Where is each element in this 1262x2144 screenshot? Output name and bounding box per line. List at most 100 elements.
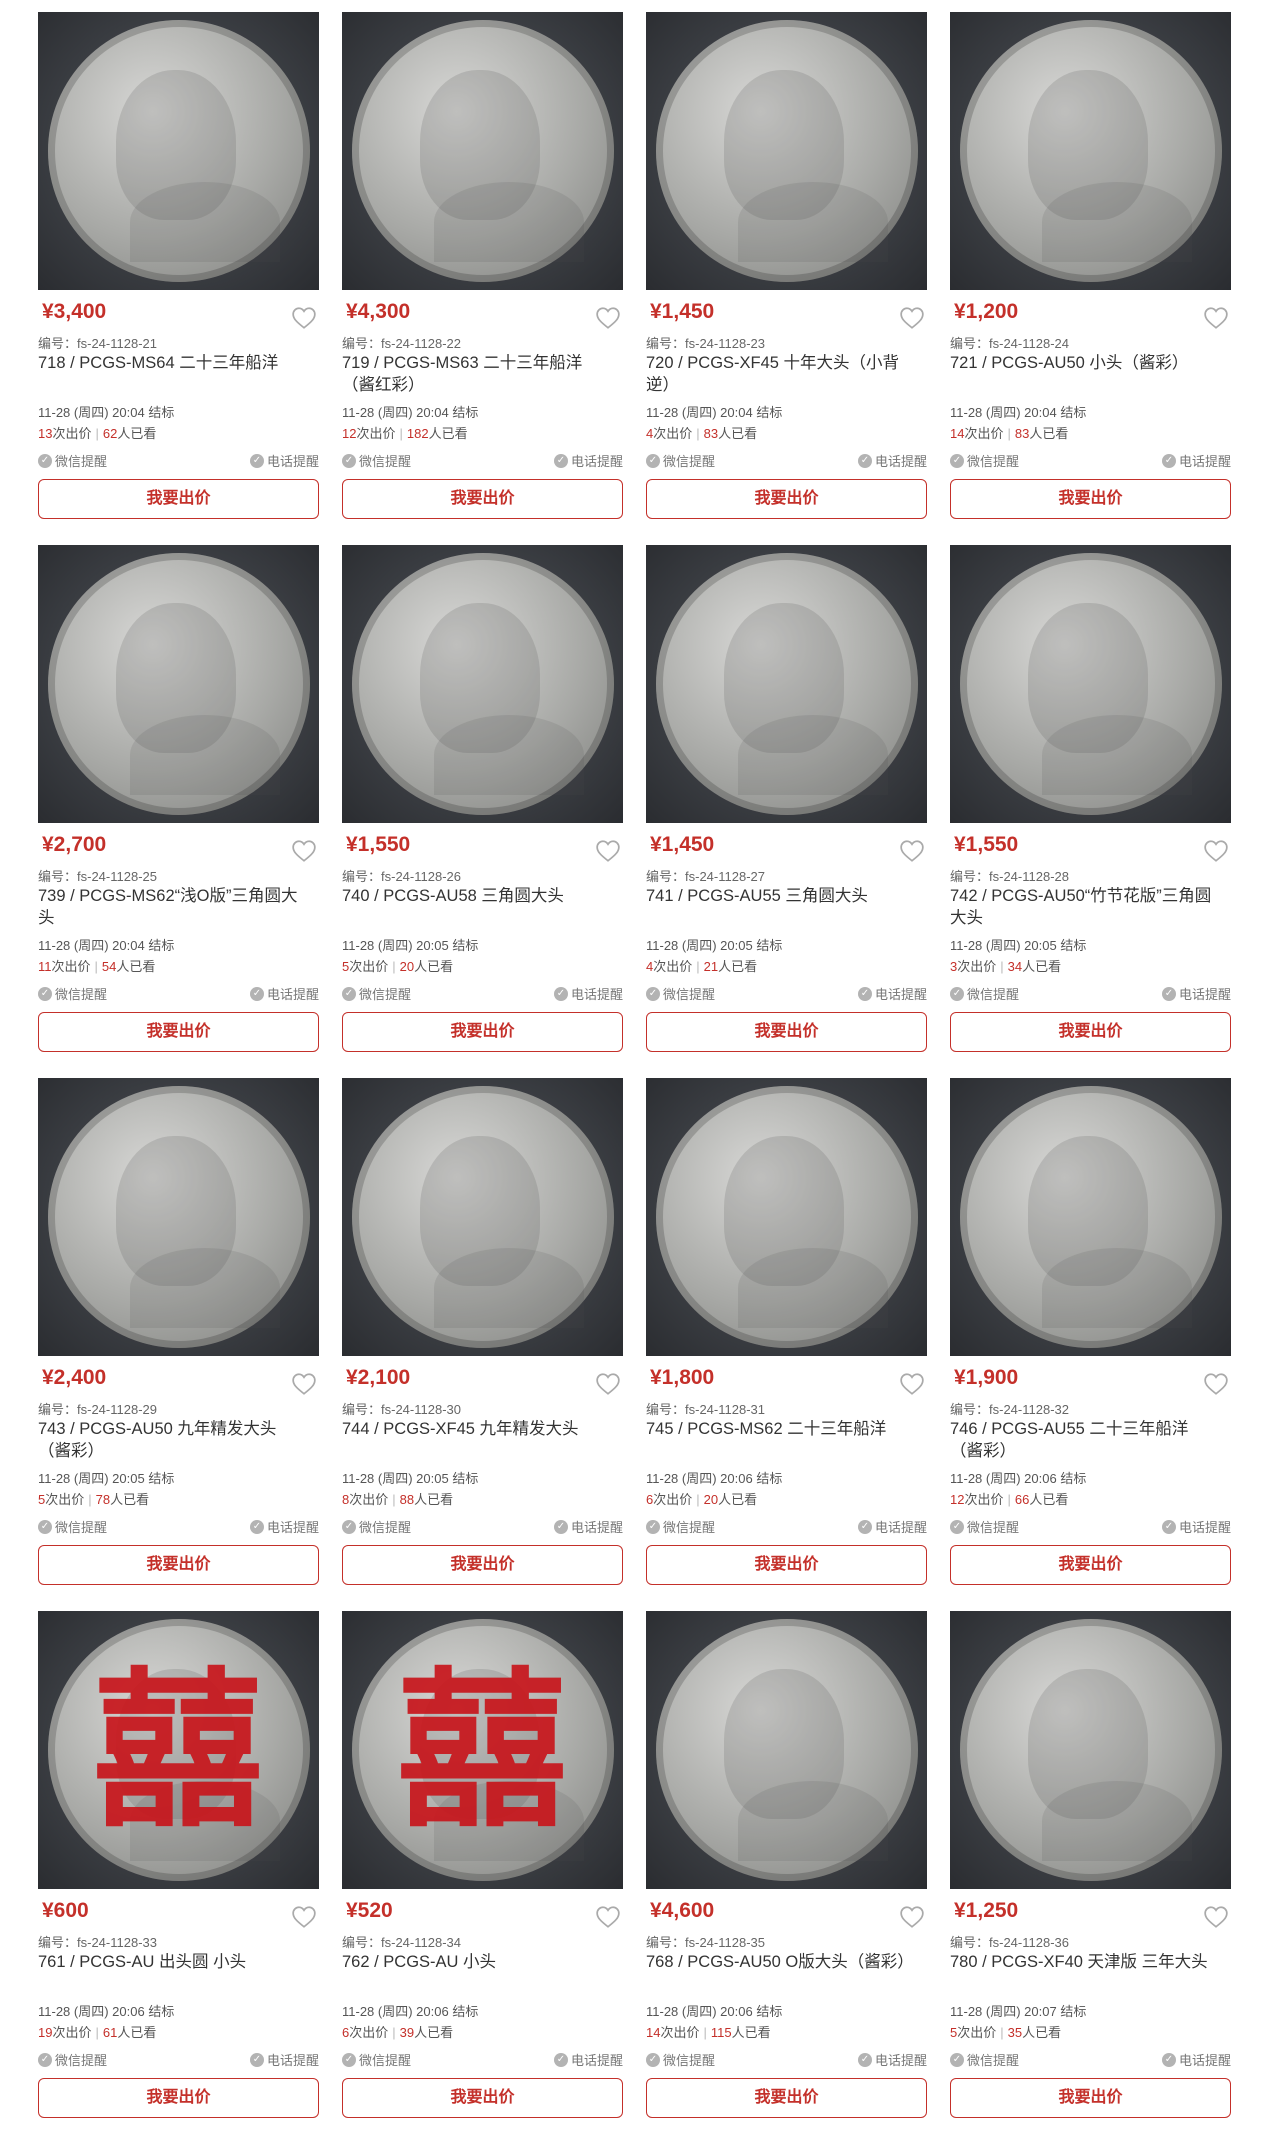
favorite-heart-icon[interactable] bbox=[291, 839, 317, 863]
auction-item-card[interactable]: ¥1,200 编号：fs-24-1128-24 721 / PCGS-AU50 … bbox=[950, 12, 1231, 545]
favorite-heart-icon[interactable] bbox=[899, 306, 925, 330]
phone-remind-toggle[interactable]: ✓ 电话提醒 bbox=[1161, 2050, 1231, 2069]
coin-photo[interactable] bbox=[38, 12, 319, 290]
phone-remind-toggle[interactable]: ✓ 电话提醒 bbox=[553, 984, 623, 1003]
coin-photo[interactable] bbox=[950, 545, 1231, 823]
wechat-remind-toggle[interactable]: ✓ 微信提醒 bbox=[38, 451, 107, 470]
coin-photo[interactable] bbox=[646, 1078, 927, 1356]
phone-remind-toggle[interactable]: ✓ 电话提醒 bbox=[249, 451, 319, 470]
auction-item-card[interactable]: ¥1,900 编号：fs-24-1128-32 746 / PCGS-AU55 … bbox=[950, 1078, 1231, 1611]
bid-button[interactable]: 我要出价 bbox=[950, 2078, 1231, 2118]
wechat-remind-toggle[interactable]: ✓ 微信提醒 bbox=[38, 2050, 107, 2069]
phone-remind-toggle[interactable]: ✓ 电话提醒 bbox=[857, 2050, 927, 2069]
favorite-heart-icon[interactable] bbox=[1203, 839, 1229, 863]
coin-photo[interactable] bbox=[38, 1078, 319, 1356]
favorite-heart-icon[interactable] bbox=[291, 1372, 317, 1396]
wechat-remind-toggle[interactable]: ✓ 微信提醒 bbox=[342, 984, 411, 1003]
phone-remind-toggle[interactable]: ✓ 电话提醒 bbox=[553, 451, 623, 470]
item-title[interactable]: 743 / PCGS-AU50 九年精发大头（酱彩） bbox=[38, 1418, 308, 1462]
auction-item-card[interactable]: ¥1,550 编号：fs-24-1128-28 742 / PCGS-AU50“… bbox=[950, 545, 1231, 1078]
phone-remind-toggle[interactable]: ✓ 电话提醒 bbox=[857, 451, 927, 470]
bid-button[interactable]: 我要出价 bbox=[342, 1545, 623, 1585]
wechat-remind-toggle[interactable]: ✓ 微信提醒 bbox=[950, 451, 1019, 470]
wechat-remind-toggle[interactable]: ✓ 微信提醒 bbox=[342, 2050, 411, 2069]
coin-photo[interactable] bbox=[646, 1611, 927, 1889]
item-title[interactable]: 720 / PCGS-XF45 十年大头（小背逆） bbox=[646, 352, 916, 396]
coin-photo[interactable] bbox=[950, 12, 1231, 290]
bid-button[interactable]: 我要出价 bbox=[950, 479, 1231, 519]
auction-item-card[interactable]: ¥3,400 编号：fs-24-1128-21 718 / PCGS-MS64 … bbox=[38, 12, 319, 545]
favorite-heart-icon[interactable] bbox=[899, 1905, 925, 1929]
favorite-heart-icon[interactable] bbox=[899, 1372, 925, 1396]
favorite-heart-icon[interactable] bbox=[595, 306, 621, 330]
auction-item-card[interactable]: ¥4,600 编号：fs-24-1128-35 768 / PCGS-AU50 … bbox=[646, 1611, 927, 2144]
bid-button[interactable]: 我要出价 bbox=[38, 1545, 319, 1585]
wechat-remind-toggle[interactable]: ✓ 微信提醒 bbox=[950, 984, 1019, 1003]
item-title[interactable]: 739 / PCGS-MS62“浅O版”三角圆大头 bbox=[38, 885, 308, 929]
phone-remind-toggle[interactable]: ✓ 电话提醒 bbox=[553, 1517, 623, 1536]
auction-item-card[interactable]: 囍 ¥600 编号：fs-24-1128-33 761 / PCGS-AU 出头… bbox=[38, 1611, 319, 2144]
bid-button[interactable]: 我要出价 bbox=[38, 1012, 319, 1052]
wechat-remind-toggle[interactable]: ✓ 微信提醒 bbox=[646, 451, 715, 470]
coin-photo[interactable] bbox=[950, 1611, 1231, 1889]
wechat-remind-toggle[interactable]: ✓ 微信提醒 bbox=[950, 1517, 1019, 1536]
bid-button[interactable]: 我要出价 bbox=[950, 1012, 1231, 1052]
item-title[interactable]: 780 / PCGS-XF40 天津版 三年大头 bbox=[950, 1951, 1220, 1973]
coin-photo[interactable] bbox=[38, 545, 319, 823]
auction-item-card[interactable]: ¥1,450 编号：fs-24-1128-23 720 / PCGS-XF45 … bbox=[646, 12, 927, 545]
item-title[interactable]: 745 / PCGS-MS62 二十三年船洋 bbox=[646, 1418, 916, 1440]
item-title[interactable]: 746 / PCGS-AU55 二十三年船洋（酱彩） bbox=[950, 1418, 1220, 1462]
wechat-remind-toggle[interactable]: ✓ 微信提醒 bbox=[646, 1517, 715, 1536]
phone-remind-toggle[interactable]: ✓ 电话提醒 bbox=[857, 1517, 927, 1536]
coin-photo[interactable]: 囍 bbox=[342, 1611, 623, 1889]
coin-photo[interactable] bbox=[950, 1078, 1231, 1356]
item-title[interactable]: 741 / PCGS-AU55 三角圆大头 bbox=[646, 885, 916, 907]
phone-remind-toggle[interactable]: ✓ 电话提醒 bbox=[249, 984, 319, 1003]
auction-item-card[interactable]: ¥1,250 编号：fs-24-1128-36 780 / PCGS-XF40 … bbox=[950, 1611, 1231, 2144]
favorite-heart-icon[interactable] bbox=[1203, 1905, 1229, 1929]
auction-item-card[interactable]: ¥2,100 编号：fs-24-1128-30 744 / PCGS-XF45 … bbox=[342, 1078, 623, 1611]
phone-remind-toggle[interactable]: ✓ 电话提醒 bbox=[1161, 1517, 1231, 1536]
bid-button[interactable]: 我要出价 bbox=[38, 479, 319, 519]
phone-remind-toggle[interactable]: ✓ 电话提醒 bbox=[249, 1517, 319, 1536]
coin-photo[interactable]: 囍 bbox=[38, 1611, 319, 1889]
bid-button[interactable]: 我要出价 bbox=[342, 479, 623, 519]
auction-item-card[interactable]: ¥1,450 编号：fs-24-1128-27 741 / PCGS-AU55 … bbox=[646, 545, 927, 1078]
coin-photo[interactable] bbox=[646, 12, 927, 290]
favorite-heart-icon[interactable] bbox=[595, 839, 621, 863]
item-title[interactable]: 761 / PCGS-AU 出头圆 小头 bbox=[38, 1951, 308, 1973]
auction-item-card[interactable]: ¥1,800 编号：fs-24-1128-31 745 / PCGS-MS62 … bbox=[646, 1078, 927, 1611]
item-title[interactable]: 718 / PCGS-MS64 二十三年船洋 bbox=[38, 352, 308, 374]
bid-button[interactable]: 我要出价 bbox=[342, 1012, 623, 1052]
auction-item-card[interactable]: ¥4,300 编号：fs-24-1128-22 719 / PCGS-MS63 … bbox=[342, 12, 623, 545]
phone-remind-toggle[interactable]: ✓ 电话提醒 bbox=[1161, 451, 1231, 470]
favorite-heart-icon[interactable] bbox=[899, 839, 925, 863]
item-title[interactable]: 721 / PCGS-AU50 小头（酱彩） bbox=[950, 352, 1220, 374]
bid-button[interactable]: 我要出价 bbox=[646, 2078, 927, 2118]
auction-item-card[interactable]: ¥1,550 编号：fs-24-1128-26 740 / PCGS-AU58 … bbox=[342, 545, 623, 1078]
favorite-heart-icon[interactable] bbox=[595, 1905, 621, 1929]
item-title[interactable]: 719 / PCGS-MS63 二十三年船洋（酱红彩） bbox=[342, 352, 612, 396]
favorite-heart-icon[interactable] bbox=[1203, 306, 1229, 330]
bid-button[interactable]: 我要出价 bbox=[342, 2078, 623, 2118]
phone-remind-toggle[interactable]: ✓ 电话提醒 bbox=[249, 2050, 319, 2069]
auction-item-card[interactable]: ¥2,700 编号：fs-24-1128-25 739 / PCGS-MS62“… bbox=[38, 545, 319, 1078]
coin-photo[interactable] bbox=[342, 545, 623, 823]
coin-photo[interactable] bbox=[342, 1078, 623, 1356]
phone-remind-toggle[interactable]: ✓ 电话提醒 bbox=[553, 2050, 623, 2069]
wechat-remind-toggle[interactable]: ✓ 微信提醒 bbox=[38, 1517, 107, 1536]
favorite-heart-icon[interactable] bbox=[291, 306, 317, 330]
item-title[interactable]: 768 / PCGS-AU50 O版大头（酱彩） bbox=[646, 1951, 916, 1973]
coin-photo[interactable] bbox=[342, 12, 623, 290]
coin-photo[interactable] bbox=[646, 545, 927, 823]
bid-button[interactable]: 我要出价 bbox=[646, 1012, 927, 1052]
phone-remind-toggle[interactable]: ✓ 电话提醒 bbox=[1161, 984, 1231, 1003]
auction-item-card[interactable]: 囍 ¥520 编号：fs-24-1128-34 762 / PCGS-AU 小头… bbox=[342, 1611, 623, 2144]
bid-button[interactable]: 我要出价 bbox=[646, 1545, 927, 1585]
favorite-heart-icon[interactable] bbox=[1203, 1372, 1229, 1396]
auction-item-card[interactable]: ¥2,400 编号：fs-24-1128-29 743 / PCGS-AU50 … bbox=[38, 1078, 319, 1611]
item-title[interactable]: 740 / PCGS-AU58 三角圆大头 bbox=[342, 885, 612, 907]
wechat-remind-toggle[interactable]: ✓ 微信提醒 bbox=[38, 984, 107, 1003]
wechat-remind-toggle[interactable]: ✓ 微信提醒 bbox=[342, 1517, 411, 1536]
item-title[interactable]: 742 / PCGS-AU50“竹节花版”三角圆大头 bbox=[950, 885, 1220, 929]
